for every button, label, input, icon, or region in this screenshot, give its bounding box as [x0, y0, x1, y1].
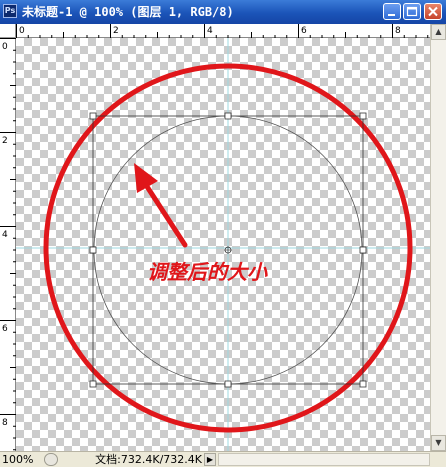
- ruler-label: 8: [395, 26, 401, 36]
- canvas-artwork: [16, 38, 430, 451]
- ruler-label: 2: [2, 136, 8, 146]
- maximize-button[interactable]: [403, 3, 421, 20]
- ruler-label: 0: [19, 26, 25, 36]
- title-bar[interactable]: Ps 未标题-1 @ 100% (图层 1, RGB/8): [0, 0, 446, 25]
- ruler-label: 4: [207, 26, 213, 36]
- handle-bottom-center[interactable]: [224, 380, 232, 388]
- document-canvas[interactable]: 调整后的大小: [16, 38, 430, 451]
- handle-bottom-left[interactable]: [89, 380, 97, 388]
- annotation-caption: 调整后的大小: [147, 260, 267, 284]
- vertical-scrollbar[interactable]: ▲ ▼: [430, 24, 446, 451]
- handle-top-left[interactable]: [89, 112, 97, 120]
- horizontal-scrollbar[interactable]: [218, 453, 430, 466]
- document-window: Ps 未标题-1 @ 100% (图层 1, RGB/8) 0 2 4 6 8 0 2 4 6…: [0, 0, 446, 467]
- ruler-label: 2: [113, 26, 119, 36]
- ruler-vertical[interactable]: 0 2 4 6 8: [0, 38, 16, 451]
- scroll-up-button[interactable]: ▲: [431, 24, 446, 40]
- document-info: 文档:732.4K/732.4K: [95, 453, 202, 466]
- window-title: 未标题-1 @ 100% (图层 1, RGB/8): [22, 5, 234, 19]
- ruler-horizontal[interactable]: 0 2 4 6 8: [16, 24, 430, 38]
- photoshop-icon: Ps: [3, 4, 17, 18]
- scroll-up-icon: ▲: [435, 27, 442, 36]
- scroll-down-button[interactable]: ▼: [431, 435, 446, 451]
- ruler-label: 6: [301, 26, 307, 36]
- handle-bottom-right[interactable]: [359, 380, 367, 388]
- red-arrow-icon: [134, 163, 188, 248]
- handle-top-right[interactable]: [359, 112, 367, 120]
- status-menu-button[interactable]: ▶: [204, 453, 216, 466]
- zoom-level[interactable]: 100%: [2, 452, 42, 467]
- ruler-label: 0: [2, 42, 8, 52]
- scroll-down-icon: ▼: [435, 438, 442, 447]
- close-button[interactable]: [424, 3, 442, 20]
- reference-point-icon[interactable]: [224, 246, 232, 254]
- play-arrow-icon: ▶: [206, 455, 214, 464]
- navigator-button[interactable]: [44, 453, 58, 466]
- maximize-icon: [406, 6, 418, 17]
- handle-middle-left[interactable]: [89, 246, 97, 254]
- ruler-origin[interactable]: [0, 24, 16, 38]
- handle-middle-right[interactable]: [359, 246, 367, 254]
- minimize-icon: [388, 14, 395, 16]
- handle-top-center[interactable]: [224, 112, 232, 120]
- ruler-label: 4: [2, 230, 8, 240]
- ruler-label: 8: [2, 418, 8, 428]
- ruler-vertical-ticks: 0 2 4 6 8: [0, 38, 16, 451]
- minimize-button[interactable]: [383, 3, 401, 20]
- ruler-horizontal-ticks: 0 2 4 6 8: [16, 24, 429, 38]
- close-icon: [428, 6, 438, 17]
- status-bar: 100% 文档:732.4K/732.4K ▶: [0, 451, 446, 467]
- ruler-label: 6: [2, 324, 8, 334]
